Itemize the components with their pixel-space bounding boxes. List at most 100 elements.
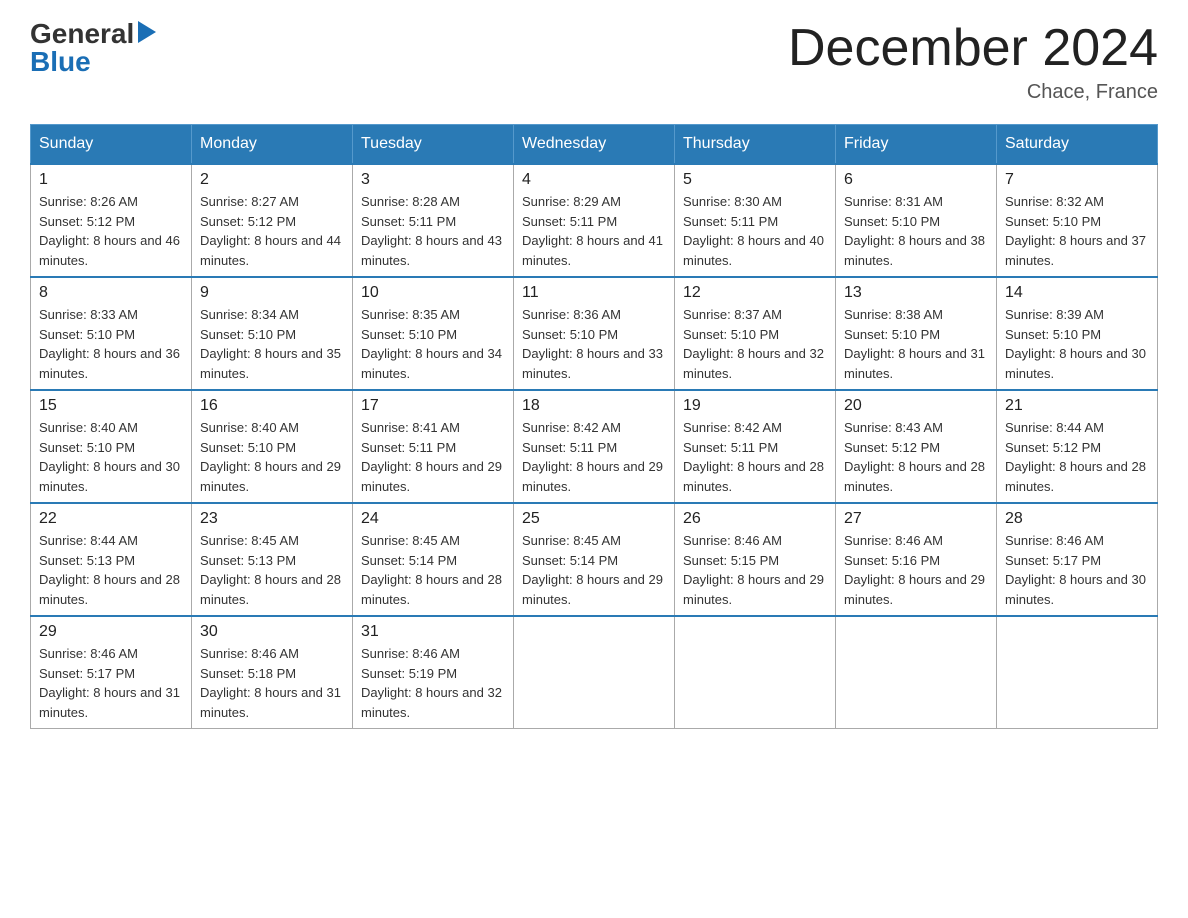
calendar-cell: [514, 616, 675, 729]
day-number: 26: [683, 510, 827, 528]
calendar-cell: 22 Sunrise: 8:44 AMSunset: 5:13 PMDaylig…: [31, 503, 192, 616]
location: Chace, France: [788, 81, 1158, 104]
day-number: 28: [1005, 510, 1149, 528]
header-monday: Monday: [192, 125, 353, 165]
day-info: Sunrise: 8:45 AMSunset: 5:14 PMDaylight:…: [522, 533, 663, 607]
day-number: 29: [39, 623, 183, 641]
logo-general-text: General: [30, 20, 156, 48]
calendar-cell: 26 Sunrise: 8:46 AMSunset: 5:15 PMDaylig…: [675, 503, 836, 616]
day-info: Sunrise: 8:45 AMSunset: 5:13 PMDaylight:…: [200, 533, 341, 607]
calendar-body: 1 Sunrise: 8:26 AMSunset: 5:12 PMDayligh…: [31, 164, 1158, 729]
day-info: Sunrise: 8:46 AMSunset: 5:15 PMDaylight:…: [683, 533, 824, 607]
calendar-cell: 1 Sunrise: 8:26 AMSunset: 5:12 PMDayligh…: [31, 164, 192, 277]
calendar-cell: 6 Sunrise: 8:31 AMSunset: 5:10 PMDayligh…: [836, 164, 997, 277]
calendar-cell: 24 Sunrise: 8:45 AMSunset: 5:14 PMDaylig…: [353, 503, 514, 616]
day-info: Sunrise: 8:40 AMSunset: 5:10 PMDaylight:…: [200, 420, 341, 494]
day-number: 19: [683, 397, 827, 415]
day-number: 31: [361, 623, 505, 641]
day-number: 30: [200, 623, 344, 641]
day-info: Sunrise: 8:44 AMSunset: 5:13 PMDaylight:…: [39, 533, 180, 607]
day-info: Sunrise: 8:45 AMSunset: 5:14 PMDaylight:…: [361, 533, 502, 607]
header-row: SundayMondayTuesdayWednesdayThursdayFrid…: [31, 125, 1158, 165]
day-number: 27: [844, 510, 988, 528]
day-info: Sunrise: 8:46 AMSunset: 5:19 PMDaylight:…: [361, 646, 502, 720]
day-number: 13: [844, 284, 988, 302]
day-info: Sunrise: 8:35 AMSunset: 5:10 PMDaylight:…: [361, 307, 502, 381]
day-number: 9: [200, 284, 344, 302]
week-row-4: 22 Sunrise: 8:44 AMSunset: 5:13 PMDaylig…: [31, 503, 1158, 616]
day-info: Sunrise: 8:40 AMSunset: 5:10 PMDaylight:…: [39, 420, 180, 494]
calendar-cell: 3 Sunrise: 8:28 AMSunset: 5:11 PMDayligh…: [353, 164, 514, 277]
calendar-cell: 12 Sunrise: 8:37 AMSunset: 5:10 PMDaylig…: [675, 277, 836, 390]
day-info: Sunrise: 8:46 AMSunset: 5:16 PMDaylight:…: [844, 533, 985, 607]
header-sunday: Sunday: [31, 125, 192, 165]
day-info: Sunrise: 8:37 AMSunset: 5:10 PMDaylight:…: [683, 307, 824, 381]
page-header: General Blue December 2024 Chace, France: [30, 20, 1158, 104]
calendar-table: SundayMondayTuesdayWednesdayThursdayFrid…: [30, 124, 1158, 729]
calendar-cell: 17 Sunrise: 8:41 AMSunset: 5:11 PMDaylig…: [353, 390, 514, 503]
day-number: 3: [361, 171, 505, 189]
calendar-cell: 21 Sunrise: 8:44 AMSunset: 5:12 PMDaylig…: [997, 390, 1158, 503]
title-section: December 2024 Chace, France: [788, 20, 1158, 104]
calendar-cell: 19 Sunrise: 8:42 AMSunset: 5:11 PMDaylig…: [675, 390, 836, 503]
day-number: 4: [522, 171, 666, 189]
day-info: Sunrise: 8:30 AMSunset: 5:11 PMDaylight:…: [683, 194, 824, 268]
day-info: Sunrise: 8:41 AMSunset: 5:11 PMDaylight:…: [361, 420, 502, 494]
day-info: Sunrise: 8:34 AMSunset: 5:10 PMDaylight:…: [200, 307, 341, 381]
calendar-header: SundayMondayTuesdayWednesdayThursdayFrid…: [31, 125, 1158, 165]
calendar-cell: 13 Sunrise: 8:38 AMSunset: 5:10 PMDaylig…: [836, 277, 997, 390]
day-number: 16: [200, 397, 344, 415]
day-number: 21: [1005, 397, 1149, 415]
calendar-cell: 2 Sunrise: 8:27 AMSunset: 5:12 PMDayligh…: [192, 164, 353, 277]
day-number: 12: [683, 284, 827, 302]
calendar-cell: 16 Sunrise: 8:40 AMSunset: 5:10 PMDaylig…: [192, 390, 353, 503]
calendar-cell: [836, 616, 997, 729]
day-number: 14: [1005, 284, 1149, 302]
day-number: 6: [844, 171, 988, 189]
day-info: Sunrise: 8:27 AMSunset: 5:12 PMDaylight:…: [200, 194, 341, 268]
day-info: Sunrise: 8:31 AMSunset: 5:10 PMDaylight:…: [844, 194, 985, 268]
calendar-cell: 31 Sunrise: 8:46 AMSunset: 5:19 PMDaylig…: [353, 616, 514, 729]
calendar-cell: [675, 616, 836, 729]
day-info: Sunrise: 8:46 AMSunset: 5:18 PMDaylight:…: [200, 646, 341, 720]
calendar-cell: 27 Sunrise: 8:46 AMSunset: 5:16 PMDaylig…: [836, 503, 997, 616]
week-row-1: 1 Sunrise: 8:26 AMSunset: 5:12 PMDayligh…: [31, 164, 1158, 277]
day-info: Sunrise: 8:46 AMSunset: 5:17 PMDaylight:…: [1005, 533, 1146, 607]
calendar-cell: 11 Sunrise: 8:36 AMSunset: 5:10 PMDaylig…: [514, 277, 675, 390]
day-number: 11: [522, 284, 666, 302]
week-row-3: 15 Sunrise: 8:40 AMSunset: 5:10 PMDaylig…: [31, 390, 1158, 503]
logo: General Blue: [30, 20, 156, 76]
month-title: December 2024: [788, 20, 1158, 77]
calendar-cell: 8 Sunrise: 8:33 AMSunset: 5:10 PMDayligh…: [31, 277, 192, 390]
calendar-cell: 20 Sunrise: 8:43 AMSunset: 5:12 PMDaylig…: [836, 390, 997, 503]
day-number: 10: [361, 284, 505, 302]
calendar-cell: 7 Sunrise: 8:32 AMSunset: 5:10 PMDayligh…: [997, 164, 1158, 277]
calendar-cell: 30 Sunrise: 8:46 AMSunset: 5:18 PMDaylig…: [192, 616, 353, 729]
calendar-cell: 15 Sunrise: 8:40 AMSunset: 5:10 PMDaylig…: [31, 390, 192, 503]
calendar-cell: 29 Sunrise: 8:46 AMSunset: 5:17 PMDaylig…: [31, 616, 192, 729]
calendar-cell: 14 Sunrise: 8:39 AMSunset: 5:10 PMDaylig…: [997, 277, 1158, 390]
calendar-cell: [997, 616, 1158, 729]
day-info: Sunrise: 8:39 AMSunset: 5:10 PMDaylight:…: [1005, 307, 1146, 381]
day-number: 1: [39, 171, 183, 189]
header-saturday: Saturday: [997, 125, 1158, 165]
day-number: 20: [844, 397, 988, 415]
day-number: 15: [39, 397, 183, 415]
calendar-cell: 28 Sunrise: 8:46 AMSunset: 5:17 PMDaylig…: [997, 503, 1158, 616]
header-tuesday: Tuesday: [353, 125, 514, 165]
day-number: 24: [361, 510, 505, 528]
day-number: 17: [361, 397, 505, 415]
week-row-2: 8 Sunrise: 8:33 AMSunset: 5:10 PMDayligh…: [31, 277, 1158, 390]
day-number: 7: [1005, 171, 1149, 189]
header-friday: Friday: [836, 125, 997, 165]
day-info: Sunrise: 8:44 AMSunset: 5:12 PMDaylight:…: [1005, 420, 1146, 494]
day-info: Sunrise: 8:33 AMSunset: 5:10 PMDaylight:…: [39, 307, 180, 381]
day-info: Sunrise: 8:43 AMSunset: 5:12 PMDaylight:…: [844, 420, 985, 494]
day-number: 18: [522, 397, 666, 415]
day-number: 25: [522, 510, 666, 528]
day-info: Sunrise: 8:42 AMSunset: 5:11 PMDaylight:…: [522, 420, 663, 494]
day-number: 2: [200, 171, 344, 189]
calendar-cell: 4 Sunrise: 8:29 AMSunset: 5:11 PMDayligh…: [514, 164, 675, 277]
day-info: Sunrise: 8:42 AMSunset: 5:11 PMDaylight:…: [683, 420, 824, 494]
calendar-cell: 9 Sunrise: 8:34 AMSunset: 5:10 PMDayligh…: [192, 277, 353, 390]
